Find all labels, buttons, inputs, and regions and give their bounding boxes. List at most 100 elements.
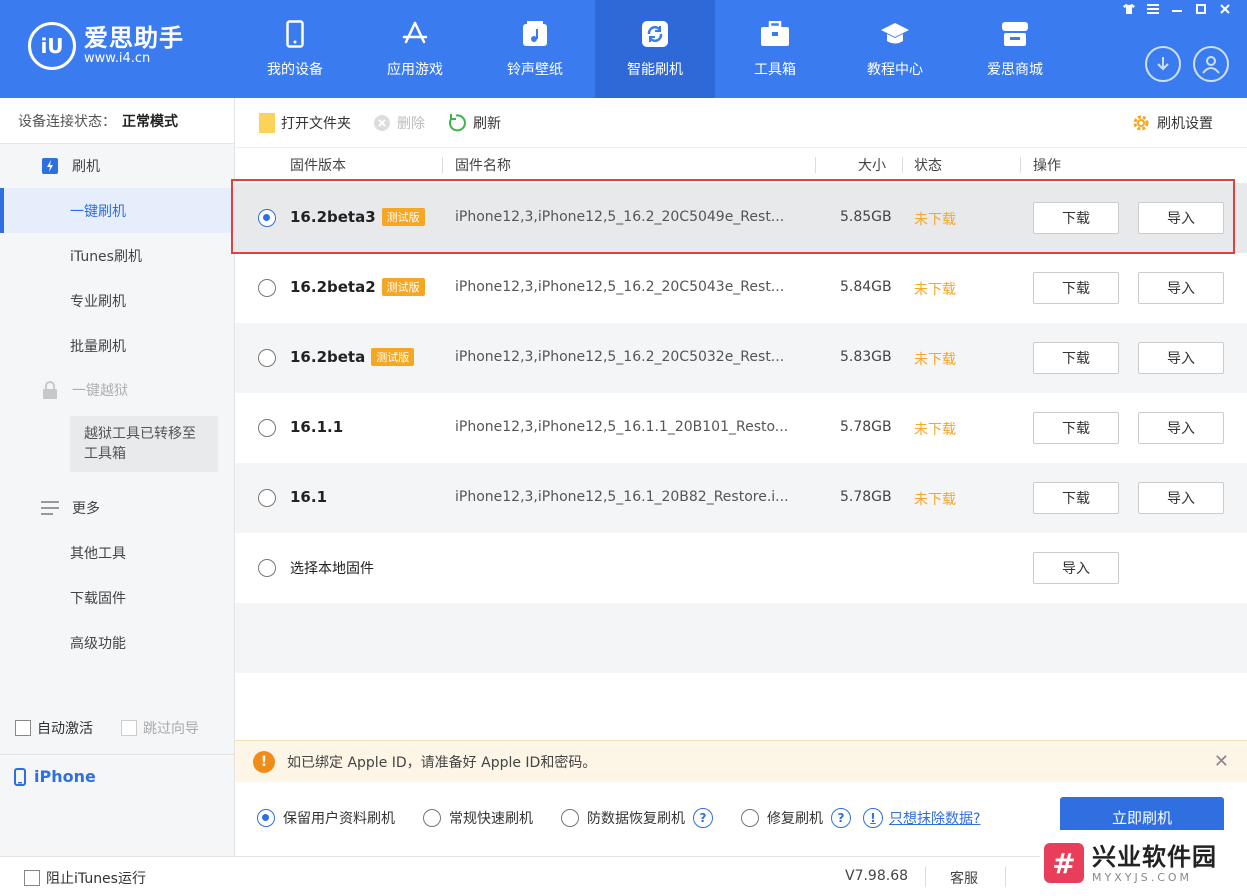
option-radio[interactable] — [423, 809, 441, 827]
option-radio[interactable] — [741, 809, 759, 827]
option-anti-recovery[interactable]: 防数据恢复刷机 ? — [561, 808, 713, 828]
download-button[interactable]: 下载 — [1033, 272, 1119, 304]
nav-toolbox[interactable]: 工具箱 — [715, 0, 835, 98]
nav-apps-games[interactable]: 应用游戏 — [355, 0, 475, 98]
watermark-logo-icon: # — [1044, 843, 1084, 883]
nav-label: 我的设备 — [267, 62, 323, 78]
row-radio[interactable] — [258, 489, 276, 507]
nav-tutorials[interactable]: 教程中心 — [835, 0, 955, 98]
sidebar-item-advanced[interactable]: 高级功能 — [0, 620, 234, 665]
firmware-version: 16.1.1 — [290, 418, 344, 436]
table-row[interactable]: 16.2beta3 测试版 iPhone12,3,iPhone12,5_16.2_… — [235, 183, 1247, 253]
skip-guide-checkbox[interactable] — [121, 720, 137, 736]
firmware-status: 未下载 — [914, 422, 956, 438]
option-keep-data[interactable]: 保留用户资料刷机 — [257, 808, 395, 828]
local-firmware-row[interactable]: 选择本地固件 导入 — [235, 533, 1247, 603]
row-radio[interactable] — [258, 419, 276, 437]
import-button[interactable]: 导入 — [1138, 272, 1224, 304]
lock-icon — [40, 381, 60, 399]
row-radio[interactable] — [258, 559, 276, 577]
help-icon[interactable]: ? — [831, 808, 851, 828]
local-import-button[interactable]: 导入 — [1033, 552, 1119, 584]
block-itunes-label: 阻止iTunes运行 — [46, 871, 146, 887]
connection-status: 设备连接状态： 正常模式 — [0, 98, 234, 144]
option-quick-flash[interactable]: 常规快速刷机 — [423, 808, 533, 828]
download-button[interactable]: 下载 — [1033, 342, 1119, 374]
import-button[interactable]: 导入 — [1138, 412, 1224, 444]
conn-label: 设备连接状态： — [18, 113, 116, 130]
flash-settings-button[interactable]: 刷机设置 — [1131, 113, 1213, 133]
firmware-size: 5.85GB — [840, 209, 892, 225]
sidebar-group-flash[interactable]: 刷机 — [0, 144, 234, 188]
firmware-size: 5.83GB — [840, 349, 892, 365]
auto-activate-checkbox[interactable] — [15, 720, 31, 736]
download-button[interactable]: 下载 — [1033, 202, 1119, 234]
nav-label: 工具箱 — [754, 62, 796, 78]
table-row[interactable]: 16.1 iPhone12,3,iPhone12,5_16.1_20B82_Re… — [235, 463, 1247, 533]
sidebar-item-other-tools[interactable]: 其他工具 — [0, 530, 234, 575]
shirt-icon[interactable] — [1117, 0, 1141, 18]
sidebar-item-download-firmware[interactable]: 下载固件 — [0, 575, 234, 620]
option-repair-flash[interactable]: 修复刷机 ? — [741, 808, 851, 828]
firmware-name: iPhone12,3,iPhone12,5_16.2_20C5049e_Rest… — [455, 209, 785, 225]
auto-activate-label: 自动激活 — [37, 721, 93, 737]
table-header: 固件版本 固件名称 大小 状态 操作 — [235, 148, 1247, 182]
minimize-icon[interactable] — [1165, 0, 1189, 18]
beta-badge: 测试版 — [381, 278, 425, 296]
device-entry[interactable]: iPhone — [0, 754, 234, 798]
nav-my-device[interactable]: 我的设备 — [235, 0, 355, 98]
firmware-version: 16.2beta — [290, 348, 366, 366]
group-label: 更多 — [72, 501, 100, 517]
row-radio[interactable] — [258, 349, 276, 367]
watermark-title: 兴业软件园 — [1092, 842, 1217, 871]
row-radio[interactable] — [258, 279, 276, 297]
sidebar: 设备连接状态： 正常模式 刷机 一键刷机 iTunes刷机 专业刷机 批量刷机 … — [0, 98, 235, 856]
firmware-name: iPhone12,3,iPhone12,5_16.1.1_20B101_Rest… — [455, 419, 789, 435]
import-button[interactable]: 导入 — [1138, 342, 1224, 374]
erase-link-label: 只想抹除数据? — [889, 811, 981, 827]
close-icon[interactable] — [1213, 0, 1237, 18]
nav-smart-flash[interactable]: 智能刷机 — [595, 0, 715, 98]
logo-icon: iU — [28, 22, 76, 70]
customer-service-button[interactable]: 客服 — [950, 868, 978, 888]
warning-icon: ! — [253, 750, 275, 773]
notice-text: 如已绑定 Apple ID，请准备好 Apple ID和密码。 — [287, 754, 597, 771]
sidebar-group-more[interactable]: 更多 — [0, 486, 234, 530]
table-row[interactable]: 16.1.1 iPhone12,3,iPhone12,5_16.1.1_20B1… — [235, 393, 1247, 463]
maximize-icon[interactable] — [1189, 0, 1213, 18]
refresh-button[interactable]: 刷新 — [447, 113, 501, 133]
sidebar-item-batch-flash[interactable]: 批量刷机 — [0, 323, 234, 368]
menu-icon[interactable] — [1141, 0, 1165, 18]
open-folder-button[interactable]: 打开文件夹 — [259, 112, 351, 133]
delete-label: 删除 — [397, 115, 425, 132]
nav-ringtones[interactable]: 铃声壁纸 — [475, 0, 595, 98]
notice-bar: ! 如已绑定 Apple ID，请准备好 Apple ID和密码。 ✕ — [235, 740, 1247, 782]
sidebar-item-one-click-flash[interactable]: 一键刷机 — [0, 188, 234, 233]
table-row[interactable]: 16.2beta 测试版 iPhone12,3,iPhone12,5_16.2_2… — [235, 323, 1247, 393]
sidebar-item-pro-flash[interactable]: 专业刷机 — [0, 278, 234, 323]
block-itunes-checkbox[interactable] — [24, 870, 40, 886]
option-radio[interactable] — [561, 809, 579, 827]
sidebar-item-itunes-flash[interactable]: iTunes刷机 — [0, 233, 234, 278]
help-icon[interactable]: ? — [693, 808, 713, 828]
table-row[interactable]: 16.2beta2 测试版 iPhone12,3,iPhone12,5_16.2_… — [235, 253, 1247, 323]
import-button[interactable]: 导入 — [1138, 202, 1224, 234]
logo-url: www.i4.cn — [84, 51, 151, 66]
import-button[interactable]: 导入 — [1138, 482, 1224, 514]
col-ops: 操作 — [1033, 158, 1061, 174]
sidebar-group-jailbreak: 一键越狱 — [0, 368, 234, 412]
erase-data-link[interactable]: ! 只想抹除数据? — [863, 808, 980, 828]
option-radio[interactable] — [257, 809, 275, 827]
nav-store[interactable]: 爱思商城 — [955, 0, 1075, 98]
row-radio[interactable] — [258, 209, 276, 227]
user-icon[interactable] — [1193, 46, 1229, 82]
download-button[interactable]: 下载 — [1033, 412, 1119, 444]
app-version: V7.98.68 — [845, 868, 909, 884]
download-button[interactable]: 下载 — [1033, 482, 1119, 514]
close-icon[interactable]: ✕ — [1214, 751, 1229, 772]
download-icon[interactable] — [1145, 46, 1181, 82]
firmware-version: 16.2beta3 — [290, 208, 376, 226]
delete-button[interactable]: 删除 — [373, 113, 425, 133]
phone-icon — [14, 767, 26, 786]
option-label: 常规快速刷机 — [449, 811, 533, 827]
